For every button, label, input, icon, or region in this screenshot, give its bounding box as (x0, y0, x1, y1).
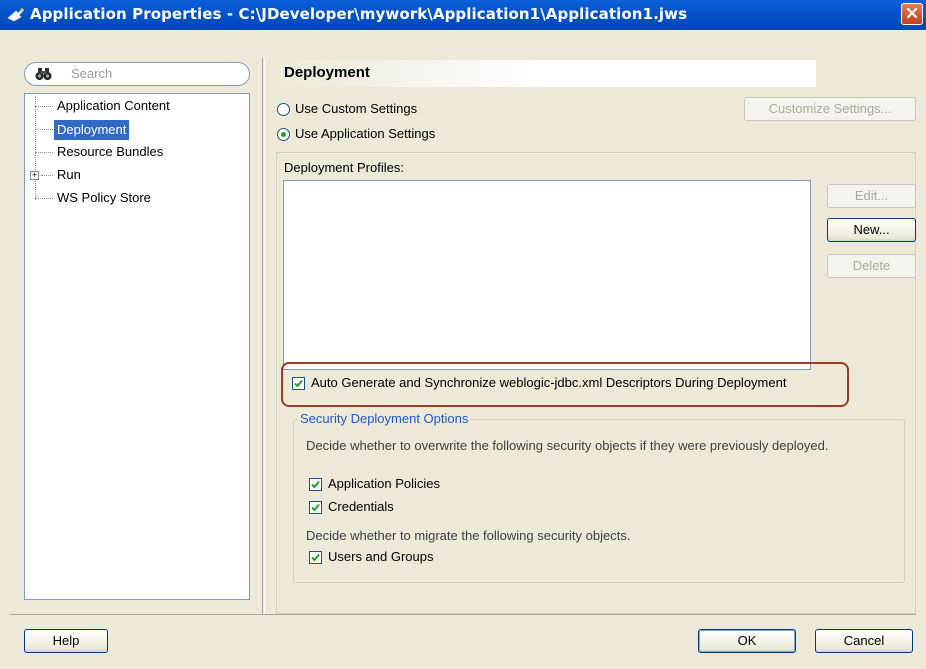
help-button[interactable]: Help (24, 629, 108, 653)
close-button[interactable] (901, 3, 923, 25)
users-and-groups-label[interactable]: Users and Groups (328, 549, 434, 564)
credentials-checkbox[interactable] (309, 501, 322, 514)
tree-item-application-content[interactable]: Application Content (57, 96, 170, 116)
tree-item-resource-bundles[interactable]: Resource Bundles (57, 142, 163, 162)
page-title: Deployment (284, 64, 370, 81)
splitter-highlight (264, 58, 265, 614)
close-icon (906, 7, 918, 22)
tree-item-ws-policy-store[interactable]: WS Policy Store (57, 188, 151, 208)
ok-button[interactable]: OK (698, 629, 796, 653)
users-and-groups-checkbox[interactable] (309, 551, 322, 564)
delete-button[interactable]: Delete (827, 254, 916, 278)
cancel-button[interactable]: Cancel (815, 629, 913, 653)
check-icon (311, 553, 320, 562)
tree-connector (41, 175, 53, 176)
auto-generate-checkbox[interactable] (292, 377, 305, 390)
title-bar: Application Properties - C:\JDeveloper\m… (0, 0, 926, 30)
tree-connector (35, 129, 53, 130)
deployment-profiles-label: Deployment Profiles: (284, 160, 404, 175)
tree-connector (35, 152, 53, 153)
credentials-label[interactable]: Credentials (328, 499, 394, 514)
tree-item-run[interactable]: Run (57, 165, 81, 185)
window-title: Application Properties - C:\JDeveloper\m… (30, 5, 688, 23)
security-migrate-description: Decide whether to migrate the following … (306, 528, 631, 543)
tree-expand-icon[interactable]: + (30, 171, 39, 180)
deployment-profiles-list[interactable] (283, 180, 811, 370)
footer-separator (10, 614, 916, 615)
edit-button[interactable]: Edit... (827, 184, 916, 208)
navigation-tree: Application Content Deployment Resource … (24, 93, 250, 600)
application-policies-checkbox[interactable] (309, 478, 322, 491)
use-custom-settings-radio[interactable] (277, 103, 290, 116)
search-placeholder: Search (71, 66, 113, 81)
application-policies-label[interactable]: Application Policies (328, 476, 440, 491)
jdeveloper-app-icon (7, 7, 24, 23)
check-icon (311, 480, 320, 489)
tree-connector (35, 96, 36, 200)
new-button[interactable]: New... (827, 218, 916, 242)
check-icon (294, 379, 303, 388)
splitter[interactable] (262, 58, 263, 614)
use-custom-settings-label[interactable]: Use Custom Settings (295, 101, 417, 116)
tree-connector (35, 106, 53, 107)
auto-generate-label[interactable]: Auto Generate and Synchronize weblogic-j… (311, 375, 786, 390)
security-overwrite-description: Decide whether to overwrite the followin… (306, 438, 829, 453)
check-icon (311, 503, 320, 512)
search-field[interactable]: Search (24, 62, 250, 86)
tree-connector (35, 198, 53, 199)
binoculars-icon (35, 67, 52, 81)
security-options-title: Security Deployment Options (298, 411, 471, 426)
use-application-settings-radio[interactable] (277, 128, 290, 141)
use-application-settings-label[interactable]: Use Application Settings (295, 126, 435, 141)
tree-item-deployment[interactable]: Deployment (54, 120, 130, 140)
customize-settings-button[interactable]: Customize Settings... (744, 97, 916, 121)
